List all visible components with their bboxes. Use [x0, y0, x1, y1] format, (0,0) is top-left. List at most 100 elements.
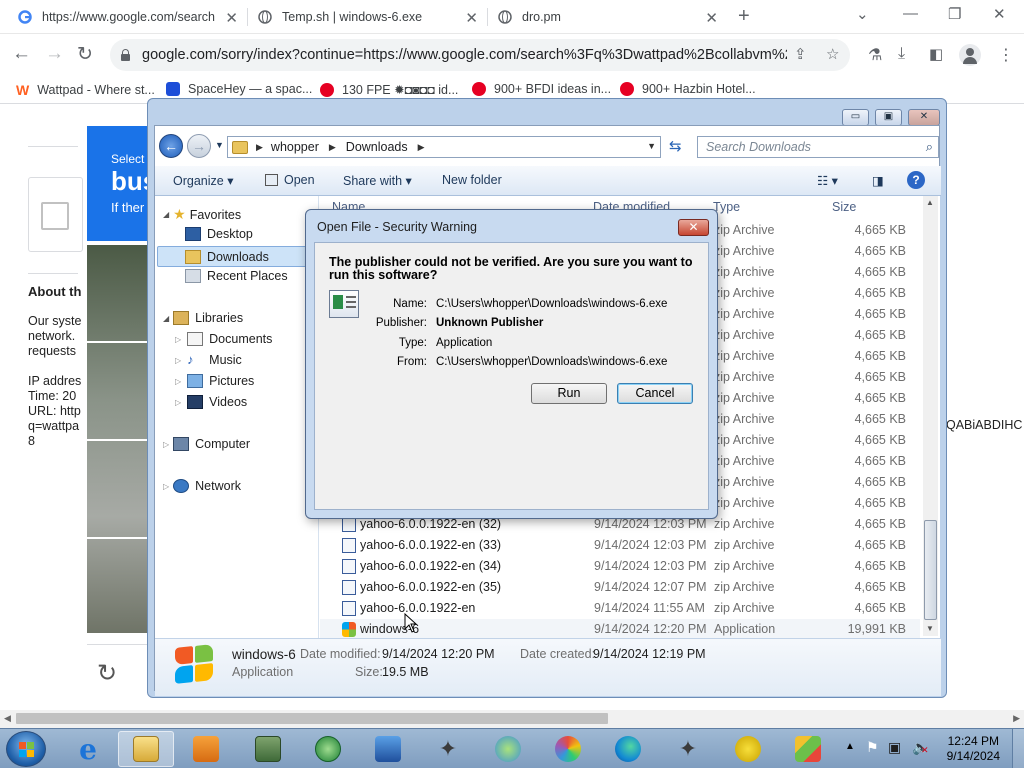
nav-music[interactable]: ▷ ♪ Music — [175, 353, 242, 368]
taskbar-app-8[interactable] — [480, 731, 536, 767]
system-clock[interactable]: 12:24 PM 9/14/2024 — [947, 734, 1000, 764]
taskbar-yahoo[interactable] — [720, 731, 776, 767]
bookmark-pinterest-3[interactable]: 900+ Hazbin Hotel... — [620, 82, 756, 96]
dialog-close-button[interactable]: ✕ — [678, 219, 709, 236]
labs-icon[interactable]: ⚗ — [868, 45, 882, 65]
path-bar[interactable]: ▶ whopper ▶ Downloads ▶ ▼ — [227, 136, 661, 158]
taskbar-app-6[interactable] — [360, 731, 416, 767]
back-arrow-icon[interactable]: ← — [159, 134, 183, 158]
nav-desktop[interactable]: Desktop — [185, 227, 253, 241]
profile-avatar[interactable] — [959, 44, 981, 66]
tab-search-icon[interactable]: ⌄ — [856, 5, 869, 23]
scroll-down-icon[interactable]: ▼ — [926, 624, 934, 633]
bookmark-star-icon[interactable]: ☆ — [826, 45, 839, 63]
path-dropdown-icon[interactable]: ▼ — [647, 141, 656, 151]
new-folder-button[interactable]: New folder — [442, 173, 502, 187]
forward-arrow-icon[interactable]: → — [187, 134, 211, 158]
tab-google-search[interactable]: https://www.google.com/search ✕ — [8, 0, 248, 34]
recent-pages-icon[interactable]: ▼ — [215, 140, 224, 150]
help-icon[interactable]: ? — [907, 171, 925, 189]
column-size[interactable]: Size — [832, 200, 856, 214]
path-segment[interactable]: Downloads — [346, 140, 408, 154]
taskbar-app-7[interactable]: ✦ — [420, 731, 476, 767]
taskbar-explorer[interactable] — [118, 731, 174, 767]
captcha-checkbox[interactable] — [41, 202, 69, 230]
divider — [28, 273, 78, 274]
menu-icon[interactable]: ⋮ — [998, 45, 1014, 65]
search-downloads-input[interactable]: Search Downloads ⌕ — [697, 136, 939, 158]
taskbar-edge[interactable] — [600, 731, 656, 767]
scroll-up-icon[interactable]: ▲ — [926, 198, 934, 207]
minimize-button[interactable]: ▭ — [842, 109, 869, 126]
restore-icon[interactable]: ❐ — [948, 5, 961, 23]
horizontal-scroll-thumb[interactable] — [16, 713, 608, 724]
bookmark-spacehey[interactable]: SpaceHey — a spac... — [166, 82, 312, 96]
close-button[interactable]: ✕ — [908, 109, 940, 126]
bookmark-pinterest-1[interactable]: 130 FPE ✹◘◙◘◘ id... — [320, 82, 458, 97]
address-bar[interactable]: google.com/sorry/index?continue=https://… — [110, 39, 850, 71]
nav-computer[interactable]: ▷ Computer — [163, 437, 250, 451]
bookmark-pinterest-2[interactable]: 900+ BFDI ideas in... — [472, 82, 611, 96]
maximize-button[interactable]: ▣ — [875, 109, 902, 126]
share-with-menu[interactable]: Share with ▾ — [343, 173, 412, 188]
reload-icon[interactable]: ↻ — [77, 43, 93, 66]
run-button[interactable]: Run — [531, 383, 607, 404]
scroll-left-icon[interactable]: ◀ — [4, 713, 11, 724]
share-icon[interactable]: ⇪ — [794, 45, 807, 63]
file-type: zip Archive — [714, 454, 775, 468]
close-window-icon[interactable]: ✕ — [993, 5, 1006, 23]
tab-temp-sh[interactable]: Temp.sh | windows-6.exe ✕ — [248, 0, 488, 34]
close-tab-icon[interactable]: ✕ — [225, 9, 238, 27]
show-hidden-icons[interactable]: ▲ — [845, 741, 855, 752]
download-icon[interactable]: ⤓ — [898, 45, 905, 63]
cancel-button[interactable]: Cancel — [617, 383, 693, 404]
file-type: zip Archive — [714, 370, 775, 384]
scroll-thumb[interactable] — [924, 520, 937, 620]
taskbar-app-4[interactable] — [240, 731, 296, 767]
taskbar-app-5[interactable] — [300, 731, 356, 767]
new-tab-button[interactable]: + — [738, 5, 750, 28]
close-tab-icon[interactable]: ✕ — [465, 9, 478, 27]
path-segment[interactable]: whopper — [271, 140, 319, 154]
reload-captcha-icon[interactable]: ↻ — [97, 659, 117, 688]
nav-videos[interactable]: ▷ Videos — [175, 395, 247, 409]
nav-libraries[interactable]: ◢ Libraries — [163, 311, 243, 325]
forward-icon[interactable]: → — [45, 43, 64, 65]
file-size: 4,665 KB — [854, 475, 906, 489]
table-row[interactable]: yahoo-6.0.0.1922-en (34) 9/14/2024 12:03 … — [320, 556, 920, 577]
taskbar-media-player[interactable] — [178, 731, 234, 767]
back-icon[interactable]: ← — [12, 43, 31, 65]
network-tray-icon[interactable]: ▣ — [888, 739, 901, 756]
minimize-icon[interactable]: — — [903, 5, 918, 22]
tab-dro-pm[interactable]: dro.pm ✕ — [488, 0, 728, 34]
nav-documents[interactable]: ▷ Documents — [175, 332, 272, 346]
organize-menu[interactable]: Organize ▾ — [173, 173, 233, 188]
taskbar-bluestacks[interactable] — [780, 731, 836, 767]
table-row[interactable]: yahoo-6.0.0.1922-en (33) 9/14/2024 12:03 … — [320, 535, 920, 556]
preview-pane-icon[interactable]: ◨ — [872, 173, 884, 188]
table-row[interactable]: yahoo-6.0.0.1922-en (35) 9/14/2024 12:07 … — [320, 577, 920, 598]
open-button[interactable]: Open — [265, 173, 315, 187]
nav-recent-places[interactable]: Recent Places — [185, 269, 288, 283]
url-text[interactable]: google.com/sorry/index?continue=https://… — [142, 47, 787, 63]
nav-pictures[interactable]: ▷ Pictures — [175, 374, 254, 388]
bookmark-wattpad[interactable]: W Wattpad - Where st... — [16, 82, 155, 98]
nav-favorites[interactable]: ◢ ★ Favorites — [163, 206, 241, 223]
nav-downloads[interactable]: Downloads — [157, 246, 309, 267]
globe-app-icon — [315, 736, 341, 762]
side-panel-icon[interactable]: ◧ — [929, 45, 943, 63]
vertical-scrollbar[interactable]: ▲ ▼ — [923, 196, 938, 636]
taskbar-paint[interactable] — [540, 731, 596, 767]
start-button[interactable] — [6, 731, 46, 767]
taskbar-app-11[interactable]: ✦ — [660, 731, 716, 767]
close-tab-icon[interactable]: ✕ — [705, 9, 718, 27]
taskbar-internet-explorer[interactable]: e — [60, 731, 116, 767]
captcha-image-grid[interactable] — [87, 245, 147, 633]
horizontal-scrollbar[interactable]: ◀ ▶ — [0, 710, 1024, 728]
refresh-icon[interactable]: ⇆ — [669, 137, 682, 155]
scroll-right-icon[interactable]: ▶ — [1013, 713, 1020, 724]
action-center-flag-icon[interactable]: ⚑ — [866, 739, 879, 756]
view-options-icon[interactable]: ☷ ▾ — [817, 173, 838, 188]
show-desktop-button[interactable] — [1012, 729, 1024, 768]
nav-network[interactable]: ▷ Network — [163, 479, 241, 493]
